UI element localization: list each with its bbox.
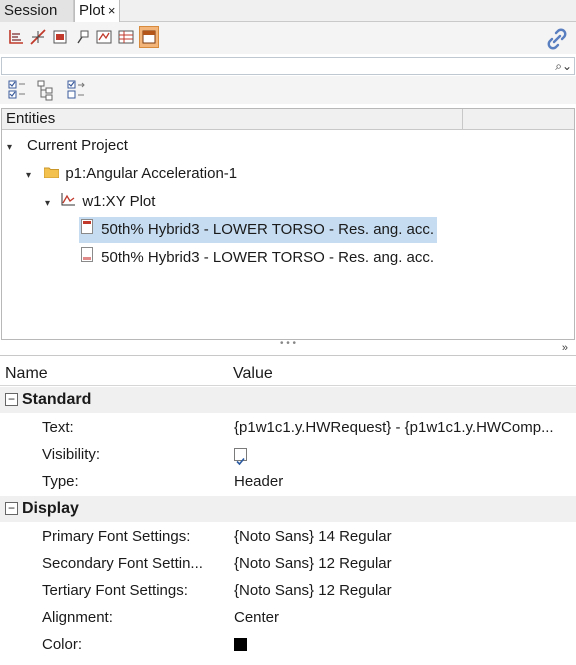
search-icon[interactable]: ⌕⌄ [555,58,572,74]
property-row-secondary-font[interactable]: Secondary Font Settin... {Noto Sans} 12 … [0,550,576,577]
tree-filter-toolbar [0,76,576,104]
property-name: Secondary Font Settin... [42,555,203,572]
column-name-header: Name [5,365,48,382]
property-grid: Name Value − Standard Text: {p1w1c1.y.HW… [0,355,576,665]
property-value[interactable]: {Noto Sans} 14 Regular [234,523,574,550]
property-row-alignment[interactable]: Alignment: Center [0,604,576,631]
property-row-primary-font[interactable]: Primary Font Settings: {Noto Sans} 14 Re… [0,523,576,550]
property-name: Primary Font Settings: [42,528,191,545]
tree-node-label: 50th% Hybrid3 - LOWER TORSO - Res. ang. … [101,249,435,266]
property-name: Color: [42,636,83,653]
tab-session-label: Session [4,2,58,19]
column-divider[interactable] [462,109,463,130]
expand-caret-icon[interactable]: ▾ [26,163,38,189]
expand-caret-icon[interactable]: ▾ [45,191,57,217]
entities-header: Entities [2,109,574,130]
tree-node-window[interactable]: ▾ w1:XY Plot [45,189,155,215]
footer-icon [81,245,93,271]
table-icon[interactable] [116,26,136,48]
tree-node-page[interactable]: ▾ p1:Angular Acceleration-1 [26,161,237,187]
visibility-checkbox[interactable] [234,448,247,466]
tab-session[interactable]: Session [0,0,74,22]
splitter-grip: • • • [279,338,297,349]
collapse-toggle-icon[interactable]: − [5,393,18,406]
property-row-tertiary-font[interactable]: Tertiary Font Settings: {Noto Sans} 12 R… [0,577,576,604]
property-value[interactable]: {p1w1c1.y.HWRequest} - {p1w1c1.y.HWComp.… [234,414,574,441]
property-grid-header: Name Value [0,356,576,386]
search-box: ⌕⌄ [1,57,575,75]
tree-node-footer[interactable]: 50th% Hybrid3 - LOWER TORSO - Res. ang. … [81,245,434,271]
xy-plot-icon [61,189,76,215]
legend-icon[interactable] [94,26,114,48]
plot-toolbar [0,22,576,54]
property-row-type[interactable]: Type: Header [0,468,576,495]
link-icon[interactable] [545,27,569,51]
group-standard[interactable]: − Standard [0,387,576,413]
group-display[interactable]: − Display [0,496,576,522]
page-icon[interactable] [50,26,70,48]
tab-plot-label: Plot [79,2,105,19]
property-value[interactable]: Header [234,468,574,495]
group-label: Display [22,500,79,517]
tree-node-label: w1:XY Plot [82,193,156,210]
collapse-icon[interactable]: » [562,342,568,354]
tree-node-label: p1:Angular Acceleration-1 [65,165,238,182]
header-icon [81,217,93,243]
pin-icon[interactable] [72,26,92,48]
property-value[interactable]: {Noto Sans} 12 Regular [234,550,574,577]
color-swatch[interactable] [234,638,247,651]
tree-node-label: 50th% Hybrid3 - LOWER TORSO - Res. ang. … [101,221,435,238]
column-value-header: Value [233,365,273,382]
property-value[interactable]: {Noto Sans} 12 Regular [234,577,574,604]
plot-axis-icon[interactable] [6,26,26,48]
tab-plot[interactable]: Plot × [74,0,120,23]
swap-checked-icon[interactable] [66,79,88,101]
panel-splitter[interactable]: • • • [0,338,576,352]
property-value[interactable]: Center [234,604,574,631]
collapse-toggle-icon[interactable]: − [5,502,18,515]
close-icon[interactable]: × [108,3,116,18]
search-input[interactable] [2,58,542,75]
group-label: Standard [22,391,92,408]
entities-tree: Entities ▾ Current Project ▾ p1:Angular A… [1,108,575,340]
folder-icon [43,161,60,187]
property-name: Type: [42,473,79,490]
property-name: Visibility: [42,446,101,463]
entities-header-label: Entities [6,110,56,127]
show-checked-icon[interactable] [7,79,29,101]
property-row-visibility[interactable]: Visibility: [0,441,576,468]
property-name: Text: [42,419,74,436]
property-row-text[interactable]: Text: {p1w1c1.y.HWRequest} - {p1w1c1.y.H… [0,414,576,441]
tree-structure-icon[interactable] [36,79,58,101]
tree-node-header-selected[interactable]: 50th% Hybrid3 - LOWER TORSO - Res. ang. … [79,217,438,244]
property-name: Tertiary Font Settings: [42,582,188,599]
header-icon[interactable] [139,26,159,48]
property-name: Alignment: [42,609,113,626]
expand-caret-icon[interactable]: ▾ [7,135,19,161]
tab-bar: Session Plot × [0,0,576,23]
tree-node-label: Current Project [27,137,128,154]
tree-node-current-project[interactable]: ▾ Current Project [7,133,128,159]
curve-icon[interactable] [28,26,48,48]
property-row-color[interactable]: Color: [0,631,576,658]
